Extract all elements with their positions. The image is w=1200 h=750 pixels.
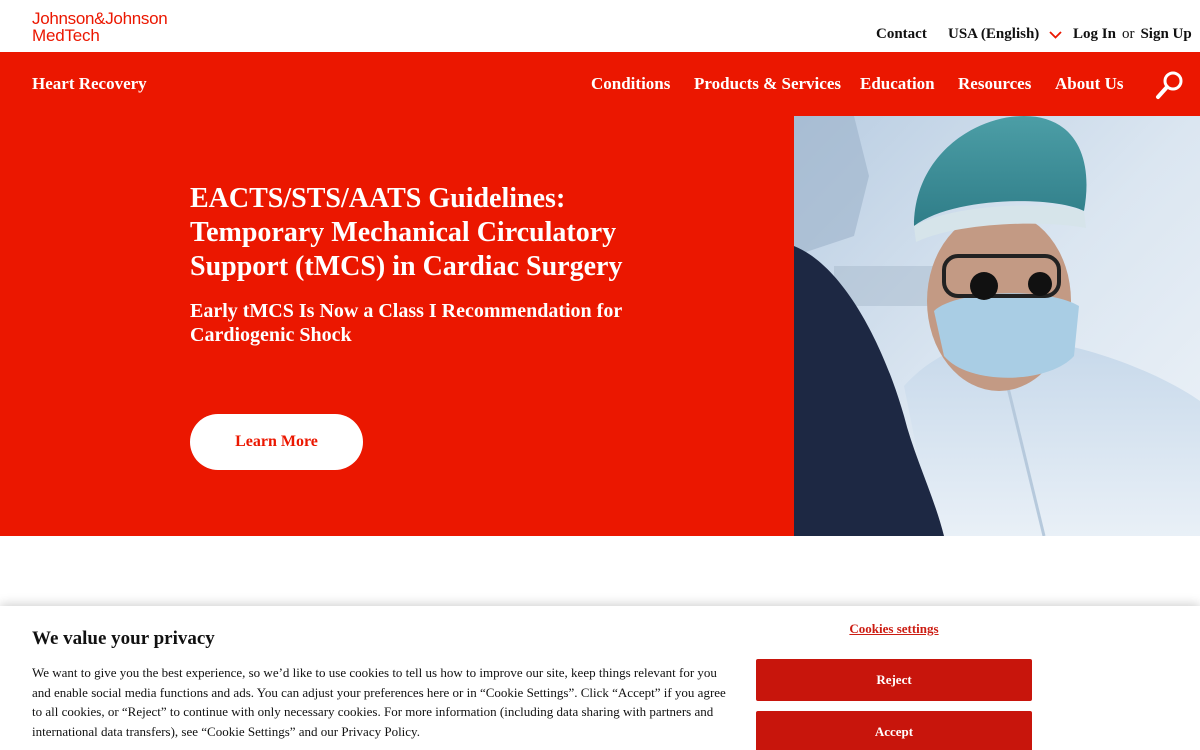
nav-item-about-us[interactable]: About Us: [1055, 74, 1124, 94]
or-separator: or: [1121, 26, 1135, 42]
nav-item-products-services[interactable]: Products & Services: [694, 74, 841, 94]
cookie-consent-banner: We value your privacy We want to give yo…: [0, 606, 1200, 750]
surgeon-photo: [794, 116, 1200, 536]
language-selector[interactable]: USA (English): [948, 26, 1062, 43]
cookie-banner-title: We value your privacy: [32, 628, 215, 649]
hero-text: EACTS/STS/AATS Guidelines: Temporary Mec…: [190, 182, 660, 347]
language-label: USA (English): [948, 26, 1040, 42]
learn-more-button[interactable]: Learn More: [190, 414, 363, 470]
cookie-banner-body: We want to give you the best experience,…: [32, 665, 726, 739]
logo-line-1: Johnson&Johnson: [32, 9, 168, 28]
hero-subtitle: Early tMCS Is Now a Class I Recommendati…: [190, 300, 622, 346]
account-links: Log In or Sign Up: [1073, 26, 1192, 43]
nav-item-conditions[interactable]: Conditions: [591, 74, 670, 94]
search-icon: [1156, 71, 1183, 99]
utility-bar: Johnson&Johnson MedTech Contact USA (Eng…: [0, 0, 1200, 52]
logo-line-2: MedTech: [32, 26, 100, 45]
hero-title: EACTS/STS/AATS Guidelines: Temporary Mec…: [190, 183, 623, 282]
cookies-settings-link[interactable]: Cookies settings: [756, 621, 1032, 637]
main-nav: Heart Recovery Conditions Products & Ser…: [0, 52, 1200, 116]
hero-banner: EACTS/STS/AATS Guidelines: Temporary Mec…: [0, 116, 1200, 536]
chevron-down-icon: [1049, 31, 1062, 39]
accept-cookies-button[interactable]: Accept: [756, 711, 1032, 750]
reject-cookies-button[interactable]: Reject: [756, 659, 1032, 701]
nav-item-resources[interactable]: Resources: [958, 74, 1031, 94]
contact-link[interactable]: Contact: [876, 26, 927, 43]
signup-link[interactable]: Sign Up: [1140, 26, 1191, 43]
login-link[interactable]: Log In: [1073, 26, 1116, 43]
nav-item-education[interactable]: Education: [860, 74, 935, 94]
site-brand-heart-recovery[interactable]: Heart Recovery: [32, 74, 147, 94]
search-button[interactable]: [1152, 70, 1186, 100]
jnj-medtech-logo[interactable]: Johnson&Johnson MedTech: [32, 9, 168, 45]
